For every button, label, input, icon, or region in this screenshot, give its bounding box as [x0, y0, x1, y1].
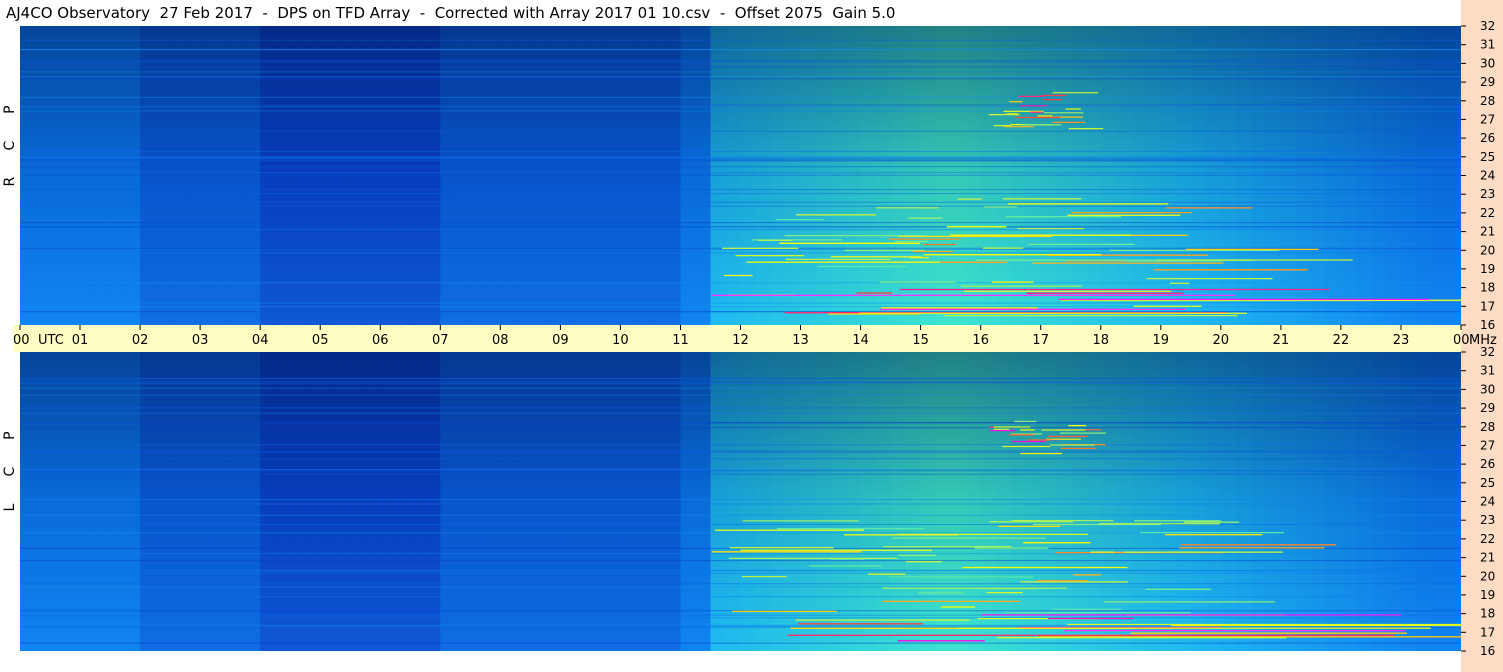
time-tick-label: 18	[1093, 333, 1110, 348]
time-tick-label: 11	[672, 333, 689, 348]
polarization-letter: R	[2, 176, 18, 186]
freq-tick-label: 27	[1480, 438, 1495, 452]
lcp-spectrogram-panel	[20, 352, 1461, 651]
time-tick-label: 01	[72, 333, 89, 348]
time-tick-label: 22	[1333, 333, 1350, 348]
time-tick-label: 00	[13, 333, 30, 348]
freq-tick-label: 17	[1480, 625, 1495, 639]
time-tick-label: 06	[372, 333, 389, 348]
time-tick-label: 10	[612, 333, 629, 348]
freq-tick-label: 31	[1480, 364, 1495, 378]
freq-tick-label: 16	[1480, 644, 1495, 658]
time-tick-label: 00	[1453, 333, 1470, 348]
freq-tick-label: 20	[1480, 569, 1495, 583]
freq-tick-label: 17	[1480, 299, 1495, 313]
freq-tick-label: 29	[1480, 401, 1495, 415]
time-tick-label: 15	[912, 333, 929, 348]
freq-tick-label: 26	[1480, 457, 1495, 471]
time-tick-label: 21	[1273, 333, 1290, 348]
time-tick-label: 14	[852, 333, 869, 348]
time-tick-label: 17	[1032, 333, 1049, 348]
freq-tick-label: 21	[1480, 225, 1495, 239]
freq-tick-label: 28	[1480, 94, 1495, 108]
rcp-spectrogram-panel	[20, 26, 1461, 325]
polarization-letter: L	[2, 504, 18, 512]
time-tick-label: 09	[552, 333, 569, 348]
time-tick-label: 16	[972, 333, 989, 348]
time-tick-label: 13	[792, 333, 809, 348]
freq-tick-label: 24	[1480, 495, 1495, 509]
freq-tick-label: 18	[1480, 607, 1495, 621]
time-unit-label: UTC	[38, 333, 64, 348]
freq-tick-label: 22	[1480, 532, 1495, 546]
polarization-letter: P	[2, 105, 18, 113]
freq-tick-label: 32	[1480, 345, 1495, 359]
freq-tick-label: 30	[1480, 56, 1495, 70]
freq-tick-label: 29	[1480, 75, 1495, 89]
freq-tick-label: 22	[1480, 206, 1495, 220]
time-tick-label: 02	[132, 333, 149, 348]
spectrogram-figure: 00 01 02 03 04 05 06 07 08 09 10 11 12 13 14 15 16 17 18 19…	[2, 0, 1503, 672]
freq-tick-label: 24	[1480, 169, 1495, 183]
polarization-letter: C	[2, 140, 18, 150]
freq-tick-label: 23	[1480, 513, 1495, 527]
freq-tick-label: 16	[1480, 318, 1495, 332]
time-tick-label: 19	[1153, 333, 1170, 348]
freq-tick-label: 23	[1480, 187, 1495, 201]
polarization-letter: P	[2, 431, 18, 439]
time-tick-label: 20	[1213, 333, 1230, 348]
freq-tick-label: 20	[1480, 243, 1495, 257]
polarization-labels: R C P L C P	[2, 105, 18, 511]
time-tick-label: 23	[1393, 333, 1410, 348]
freq-tick-label: 30	[1480, 382, 1495, 396]
freq-tick-label: 27	[1480, 112, 1495, 126]
freq-tick-label: 19	[1480, 262, 1495, 276]
freq-tick-label: 32	[1480, 19, 1495, 33]
freq-tick-label: 31	[1480, 38, 1495, 52]
freq-tick-label: 19	[1480, 588, 1495, 602]
freq-tick-label: 21	[1480, 551, 1495, 565]
frequency-shading	[20, 352, 1461, 651]
time-tick-label: 08	[492, 333, 509, 348]
time-tick-label: 03	[192, 333, 209, 348]
freq-tick-label: 25	[1480, 476, 1495, 490]
freq-tick-label: 18	[1480, 281, 1495, 295]
freq-tick-label: 25	[1480, 150, 1495, 164]
time-tick-label: 12	[732, 333, 749, 348]
freq-tick-label: 28	[1480, 420, 1495, 434]
time-tick-label: 07	[432, 333, 449, 348]
time-tick-label: 04	[252, 333, 269, 348]
freq-tick-label: 26	[1480, 131, 1495, 145]
time-tick-label: 05	[312, 333, 329, 348]
polarization-letter: C	[2, 466, 18, 476]
